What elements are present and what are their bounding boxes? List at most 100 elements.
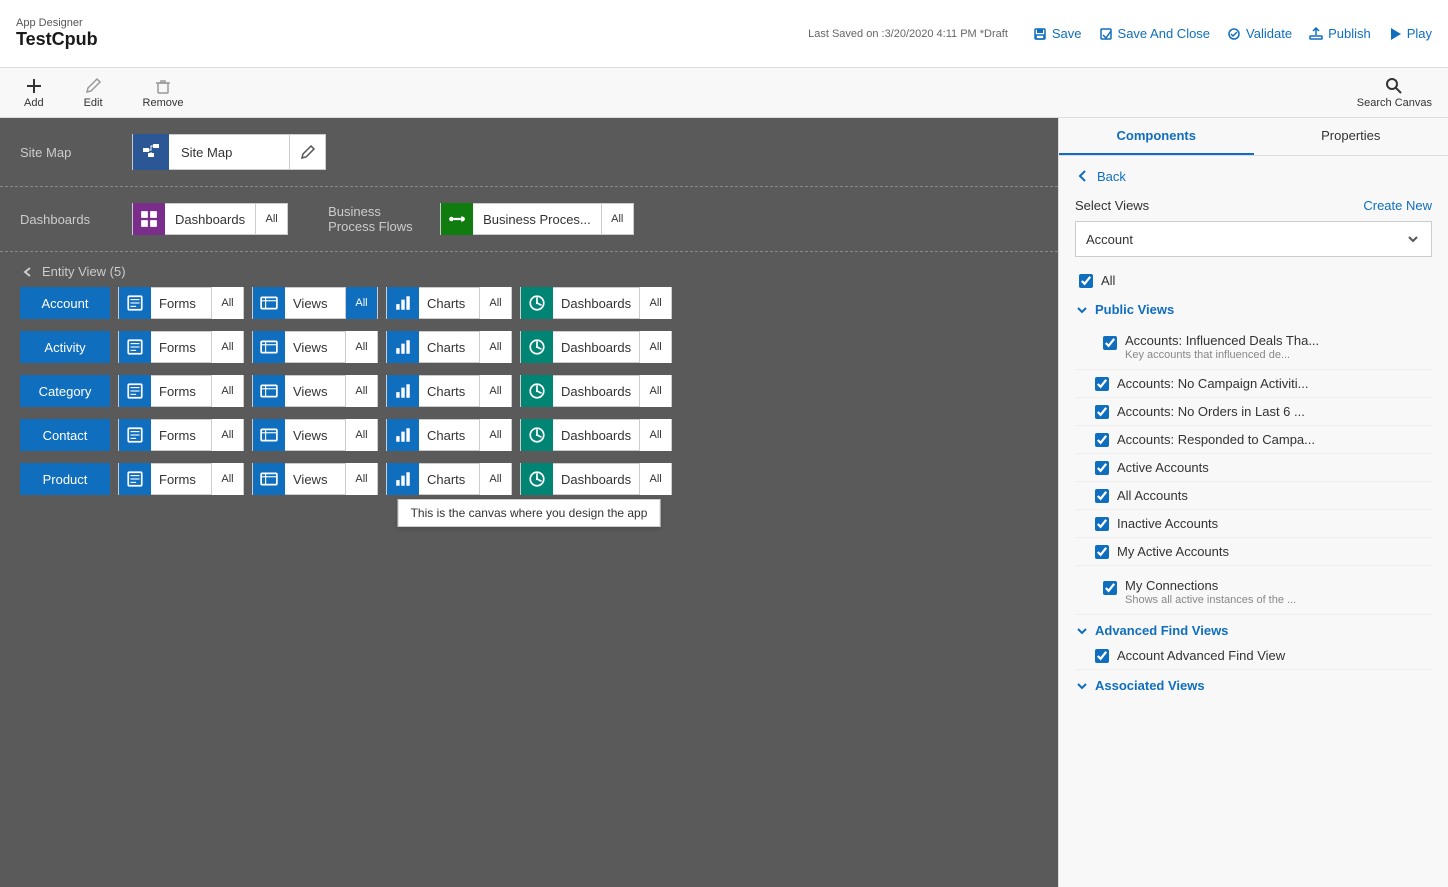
view-checkbox[interactable] bbox=[1095, 405, 1109, 419]
edit-button[interactable]: Edit bbox=[76, 73, 111, 113]
views-all[interactable]: All bbox=[345, 331, 377, 363]
dashboards-entity-all[interactable]: All bbox=[639, 331, 671, 363]
dashboards-entity-name: Dashboards bbox=[553, 384, 639, 399]
entity-button[interactable]: Contact bbox=[20, 419, 110, 451]
bpf-card[interactable]: Business Proces... All bbox=[440, 203, 634, 235]
account-dropdown[interactable]: Account bbox=[1075, 221, 1432, 257]
remove-button[interactable]: Remove bbox=[135, 73, 192, 113]
dashboards-all[interactable]: All bbox=[255, 203, 287, 235]
forms-all[interactable]: All bbox=[211, 419, 243, 451]
save-and-close-button[interactable]: Save And Close bbox=[1098, 26, 1211, 42]
charts-card[interactable]: Charts All bbox=[386, 375, 512, 407]
view-checkbox[interactable] bbox=[1095, 377, 1109, 391]
view-checkbox[interactable] bbox=[1103, 336, 1117, 350]
tab-components[interactable]: Components bbox=[1059, 118, 1254, 155]
views-name: Views bbox=[285, 472, 345, 487]
entity-view-header[interactable]: Entity View (5) bbox=[0, 252, 1058, 287]
charts-card[interactable]: Charts All bbox=[386, 287, 512, 319]
view-checkbox[interactable] bbox=[1095, 517, 1109, 531]
bpf-all[interactable]: All bbox=[601, 203, 633, 235]
charts-card[interactable]: Charts All bbox=[386, 463, 512, 495]
forms-card[interactable]: Forms All bbox=[118, 331, 244, 363]
view-checkbox[interactable] bbox=[1095, 545, 1109, 559]
views-card[interactable]: Views All bbox=[252, 331, 378, 363]
view-item[interactable]: My Connections Shows all active instance… bbox=[1075, 566, 1432, 615]
entity-button[interactable]: Product bbox=[20, 463, 110, 495]
forms-all[interactable]: All bbox=[211, 287, 243, 319]
entity-button[interactable]: Activity bbox=[20, 331, 110, 363]
public-views-label: Public Views bbox=[1095, 302, 1174, 317]
app-canvas[interactable]: Site Map Site Map Dashboards bbox=[0, 118, 1058, 887]
site-map-edit-button[interactable] bbox=[289, 134, 325, 170]
views-icon bbox=[253, 287, 285, 319]
dashboards-icon bbox=[133, 203, 165, 235]
forms-name: Forms bbox=[151, 296, 211, 311]
view-item[interactable]: Accounts: No Orders in Last 6 ... bbox=[1075, 398, 1432, 426]
forms-card[interactable]: Forms All bbox=[118, 375, 244, 407]
view-item[interactable]: Active Accounts bbox=[1075, 454, 1432, 482]
validate-button[interactable]: Validate bbox=[1226, 26, 1292, 42]
dashboards-entity-card[interactable]: Dashboards All bbox=[520, 331, 672, 363]
dashboards-card[interactable]: Dashboards All bbox=[132, 203, 288, 235]
views-all[interactable]: All bbox=[345, 419, 377, 451]
play-button[interactable]: Play bbox=[1387, 26, 1432, 42]
view-item[interactable]: Accounts: No Campaign Activiti... bbox=[1075, 370, 1432, 398]
views-card[interactable]: Views All bbox=[252, 287, 378, 319]
charts-card[interactable]: Charts All bbox=[386, 331, 512, 363]
views-card[interactable]: Views All bbox=[252, 375, 378, 407]
view-checkbox[interactable] bbox=[1095, 461, 1109, 475]
forms-card[interactable]: Forms All bbox=[118, 419, 244, 451]
view-checkbox[interactable] bbox=[1095, 433, 1109, 447]
view-item[interactable]: Accounts: Influenced Deals Tha... Key ac… bbox=[1075, 321, 1432, 370]
tab-properties[interactable]: Properties bbox=[1254, 118, 1448, 155]
forms-all[interactable]: All bbox=[211, 375, 243, 407]
forms-all[interactable]: All bbox=[211, 463, 243, 495]
views-all[interactable]: All bbox=[345, 287, 377, 319]
charts-all[interactable]: All bbox=[479, 375, 511, 407]
dashboards-entity-card[interactable]: Dashboards All bbox=[520, 463, 672, 495]
all-checkbox[interactable] bbox=[1079, 274, 1093, 288]
view-checkbox[interactable] bbox=[1095, 649, 1109, 663]
view-item[interactable]: Accounts: Responded to Campa... bbox=[1075, 426, 1432, 454]
publish-button[interactable]: Publish bbox=[1308, 26, 1371, 42]
charts-all[interactable]: All bbox=[479, 287, 511, 319]
dashboards-entity-all[interactable]: All bbox=[639, 375, 671, 407]
view-item[interactable]: Inactive Accounts bbox=[1075, 510, 1432, 538]
charts-card[interactable]: Charts All bbox=[386, 419, 512, 451]
back-button[interactable]: Back bbox=[1075, 168, 1432, 184]
save-button[interactable]: Save bbox=[1032, 26, 1082, 42]
dashboards-entity-all[interactable]: All bbox=[639, 287, 671, 319]
view-checkbox[interactable] bbox=[1095, 489, 1109, 503]
advanced-find-views-header[interactable]: Advanced Find Views bbox=[1075, 615, 1432, 642]
dashboards-entity-card[interactable]: Dashboards All bbox=[520, 419, 672, 451]
search-canvas-button[interactable]: Search Canvas bbox=[1357, 77, 1432, 109]
entity-button[interactable]: Account bbox=[20, 287, 110, 319]
view-item[interactable]: All Accounts bbox=[1075, 482, 1432, 510]
dashboards-entity-card[interactable]: Dashboards All bbox=[520, 375, 672, 407]
entity-button[interactable]: Category bbox=[20, 375, 110, 407]
view-item[interactable]: My Active Accounts bbox=[1075, 538, 1432, 566]
site-map-card[interactable]: Site Map bbox=[132, 134, 326, 170]
view-checkbox[interactable] bbox=[1103, 581, 1117, 595]
add-button[interactable]: Add bbox=[16, 73, 52, 113]
forms-card[interactable]: Forms All bbox=[118, 287, 244, 319]
dashboards-entity-card[interactable]: Dashboards All bbox=[520, 287, 672, 319]
dashboards-entity-all[interactable]: All bbox=[639, 419, 671, 451]
create-new-link[interactable]: Create New bbox=[1363, 198, 1432, 213]
views-card[interactable]: Views All bbox=[252, 419, 378, 451]
views-card[interactable]: Views All bbox=[252, 463, 378, 495]
view-item[interactable]: Account Advanced Find View bbox=[1075, 642, 1432, 670]
all-checkbox-row[interactable]: All bbox=[1075, 267, 1432, 294]
site-map-section: Site Map Site Map bbox=[0, 118, 1058, 187]
associated-views-label: Associated Views bbox=[1095, 678, 1205, 693]
views-all[interactable]: All bbox=[345, 375, 377, 407]
charts-all[interactable]: All bbox=[479, 419, 511, 451]
forms-all[interactable]: All bbox=[211, 331, 243, 363]
public-views-header[interactable]: Public Views bbox=[1075, 294, 1432, 321]
forms-card[interactable]: Forms All bbox=[118, 463, 244, 495]
views-all[interactable]: All bbox=[345, 463, 377, 495]
dashboards-entity-all[interactable]: All bbox=[639, 463, 671, 495]
associated-views-header[interactable]: Associated Views bbox=[1075, 670, 1432, 697]
charts-all[interactable]: All bbox=[479, 463, 511, 495]
charts-all[interactable]: All bbox=[479, 331, 511, 363]
